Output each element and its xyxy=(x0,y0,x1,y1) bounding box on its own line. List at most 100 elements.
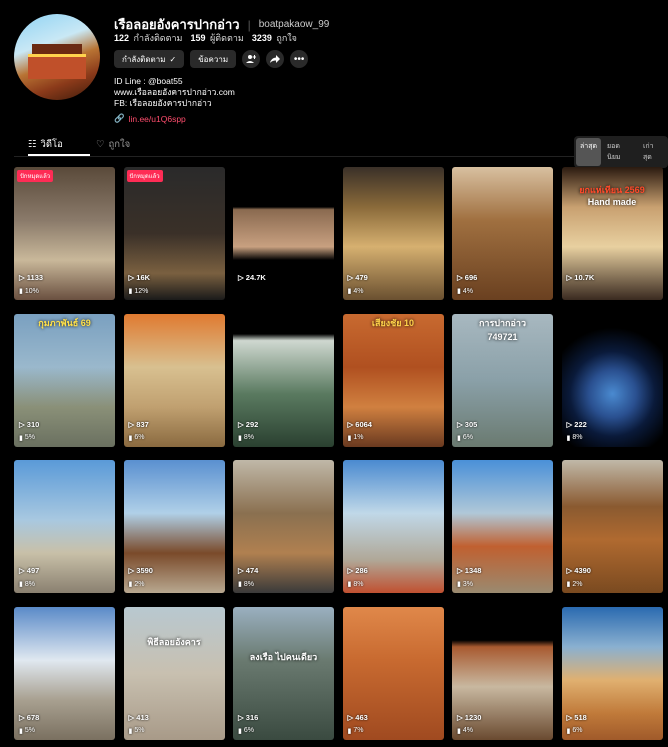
engagement-rate: ▮ 8% xyxy=(238,434,254,442)
sort-latest[interactable]: ล่าสุด xyxy=(576,138,602,166)
video-thumbnail[interactable]: ▷ 837 ▮ 6% xyxy=(123,313,225,447)
view-count: ▷ 24.7K xyxy=(238,273,266,282)
sort-popular[interactable]: ยอดนิยม xyxy=(603,138,637,166)
profile-link[interactable]: 🔗 lin.ee/u1Q6spp xyxy=(114,113,186,124)
view-count-text: 463 xyxy=(355,712,368,722)
video-thumbnail[interactable]: กุมภาพันธ์ 69 ▷ 310 ▮ 5% xyxy=(14,313,115,447)
video-thumbnail[interactable]: ▷ 479 ▮ 4% xyxy=(342,167,444,300)
view-count-text: 479 xyxy=(355,273,368,282)
video-thumbnail[interactable]: ▷ 518 ▮ 6% xyxy=(561,606,663,740)
video-overlay-text: ยกแห่เทียน 2569 xyxy=(579,185,645,195)
play-icon: ▷ xyxy=(347,712,354,722)
video-thumbnail[interactable]: เสียงชัย 10 ▷ 6064 ▮ 1% xyxy=(342,313,444,447)
view-count-text: 316 xyxy=(245,712,259,722)
view-count-text: 518 xyxy=(574,712,587,722)
engagement-rate: ▮ 4% xyxy=(457,727,473,735)
video-thumbnail[interactable]: ▷ 3590 ▮ 2% xyxy=(123,460,225,593)
video-thumbnail[interactable]: ▷ 696 ▮ 4% xyxy=(452,167,553,300)
play-icon: ▷ xyxy=(19,273,25,282)
engagement-rate-text: 5% xyxy=(24,434,35,441)
video-thumbnail[interactable]: ▷ 222 ▮ 8% xyxy=(561,313,663,447)
video-thumbnail[interactable]: ▷ 474 ▮ 8% xyxy=(233,460,334,593)
view-count-text: 678 xyxy=(26,712,40,722)
video-thumbnail[interactable]: ปักหมุดแล้ว ▷ 1133 ▮ 10% xyxy=(14,167,115,300)
bar-chart-icon: ▮ xyxy=(128,434,133,442)
engagement-rate: ▮ 8% xyxy=(238,580,254,589)
video-thumbnail[interactable]: ปักหมุดแล้ว ▷ 16K ▮ 12% xyxy=(123,167,225,300)
message-button[interactable]: ข้อความ xyxy=(190,50,237,68)
video-overlay-text: กุมภาพันธ์ 69 xyxy=(38,317,91,328)
profile-actions: กำลังติดตาม ✓ ข้อความ ••• xyxy=(114,50,309,68)
video-thumbnail[interactable]: ▷ 463 ▮ 7% xyxy=(342,606,444,740)
view-count-text: 1348 xyxy=(464,566,482,575)
video-thumbnail[interactable]: ยกแห่เทียน 2569 Hand made ▷ 10.7K xyxy=(561,167,663,300)
bar-chart-icon: ▮ xyxy=(19,727,23,735)
view-count-text: 1230 xyxy=(464,712,482,722)
play-icon: ▷ xyxy=(457,566,463,575)
view-count: ▷ 463 xyxy=(348,713,368,722)
sort-toggle: ล่าสุด ยอดนิยม เก่าสุด xyxy=(574,136,668,168)
view-count: ▷ 837 xyxy=(129,420,149,429)
bar-chart-icon: ▮ xyxy=(19,434,23,442)
engagement-rate-text: 2% xyxy=(572,580,583,588)
bar-chart-icon: ▮ xyxy=(347,581,352,588)
tab-videos-label: วิดีโอ xyxy=(40,139,63,150)
engagement-rate-text: 7% xyxy=(353,727,364,734)
engagement-rate-text: 5% xyxy=(134,727,145,734)
video-thumbnail[interactable]: พิธีลอยอังคาร ▷ 413 ▮ 5% xyxy=(123,606,225,740)
engagement-rate: ▮ 5% xyxy=(19,434,35,442)
view-count: ▷ 222 xyxy=(567,420,587,429)
play-icon: ▷ xyxy=(238,273,244,282)
profile-stats: 122 กำลังติดตาม 159 ผู้ติดตาม 3239 ถูกใจ xyxy=(114,31,297,45)
engagement-rate-text: 6% xyxy=(572,727,583,734)
add-friend-icon[interactable] xyxy=(242,50,261,68)
view-count-text: 4390 xyxy=(574,566,591,575)
tab-videos[interactable]: ☷ วิดีโอ xyxy=(28,137,63,152)
video-thumbnail[interactable]: ลงเรือ ไปคนเดียว ▷ 316 ▮ 6% xyxy=(233,606,334,740)
video-thumbnail[interactable]: ▷ 292 ▮ 8% xyxy=(233,313,334,447)
video-thumbnail[interactable]: ▷ 497 ▮ 8% xyxy=(14,460,115,593)
video-overlay-text: ลงเรือ ไปคนเดียว xyxy=(249,651,318,662)
following-stat[interactable]: 122 กำลังติดตาม xyxy=(114,31,182,45)
view-count: ▷ 413 xyxy=(129,713,149,722)
view-count: ▷ 518 xyxy=(567,713,587,722)
play-icon: ▷ xyxy=(238,566,244,575)
video-thumbnail[interactable]: ▷ 1230 ▮ 4% xyxy=(452,606,553,740)
play-icon: ▷ xyxy=(566,712,573,722)
video-thumbnail[interactable]: ▷ 4390 ▮ 2% xyxy=(561,460,663,593)
engagement-rate: ▮ 3% xyxy=(457,580,473,589)
video-overlay-text: Hand made xyxy=(587,197,637,207)
engagement-rate-text: 1% xyxy=(353,434,364,441)
bar-chart-icon: ▮ xyxy=(457,581,461,588)
profile-avatar[interactable] xyxy=(14,14,100,100)
engagement-rate-text: 8% xyxy=(572,434,583,441)
engagement-rate-text: 8% xyxy=(243,434,254,441)
video-thumbnail[interactable]: ▷ 678 ▮ 5% xyxy=(14,606,115,740)
share-icon[interactable] xyxy=(266,50,285,68)
bar-chart-icon: ▮ xyxy=(19,288,23,295)
bar-chart-icon: ▮ xyxy=(457,288,461,295)
followers-stat[interactable]: 159 ผู้ติดตาม xyxy=(190,31,243,45)
video-thumbnail[interactable]: ▷ 286 ▮ 8% xyxy=(342,460,444,593)
video-thumbnail[interactable]: การปากอ่าว 749721 ▷ 305 ▮ 6% xyxy=(452,313,553,447)
bar-chart-icon: ▮ xyxy=(238,434,242,442)
engagement-rate: ▮ 4% xyxy=(457,287,473,296)
more-options-icon[interactable]: ••• xyxy=(290,50,309,68)
engagement-rate: ▮ 1% xyxy=(348,434,364,442)
view-count: ▷ 479 xyxy=(348,273,368,282)
following-button[interactable]: กำลังติดตาม ✓ xyxy=(114,50,185,68)
play-icon: ▷ xyxy=(457,419,463,429)
play-icon: ▷ xyxy=(347,273,354,282)
engagement-rate: ▮ 8% xyxy=(347,580,364,589)
video-thumbnail[interactable]: ▷ 24.7K xyxy=(233,167,334,300)
view-count-text: 1133 xyxy=(26,273,44,282)
pinned-badge: ปักหมุดแล้ว xyxy=(17,170,54,182)
video-thumbnail[interactable]: ▷ 1348 ▮ 3% xyxy=(452,460,553,593)
view-count-text: 310 xyxy=(26,419,40,429)
tab-liked[interactable]: ♡ ถูกใจ xyxy=(96,137,130,152)
bar-chart-icon: ▮ xyxy=(19,581,23,588)
sort-oldest[interactable]: เก่าสุด xyxy=(639,138,666,166)
play-icon: ▷ xyxy=(238,712,244,722)
engagement-rate-text: 8% xyxy=(353,580,364,588)
engagement-rate: ▮ 2% xyxy=(129,580,145,589)
